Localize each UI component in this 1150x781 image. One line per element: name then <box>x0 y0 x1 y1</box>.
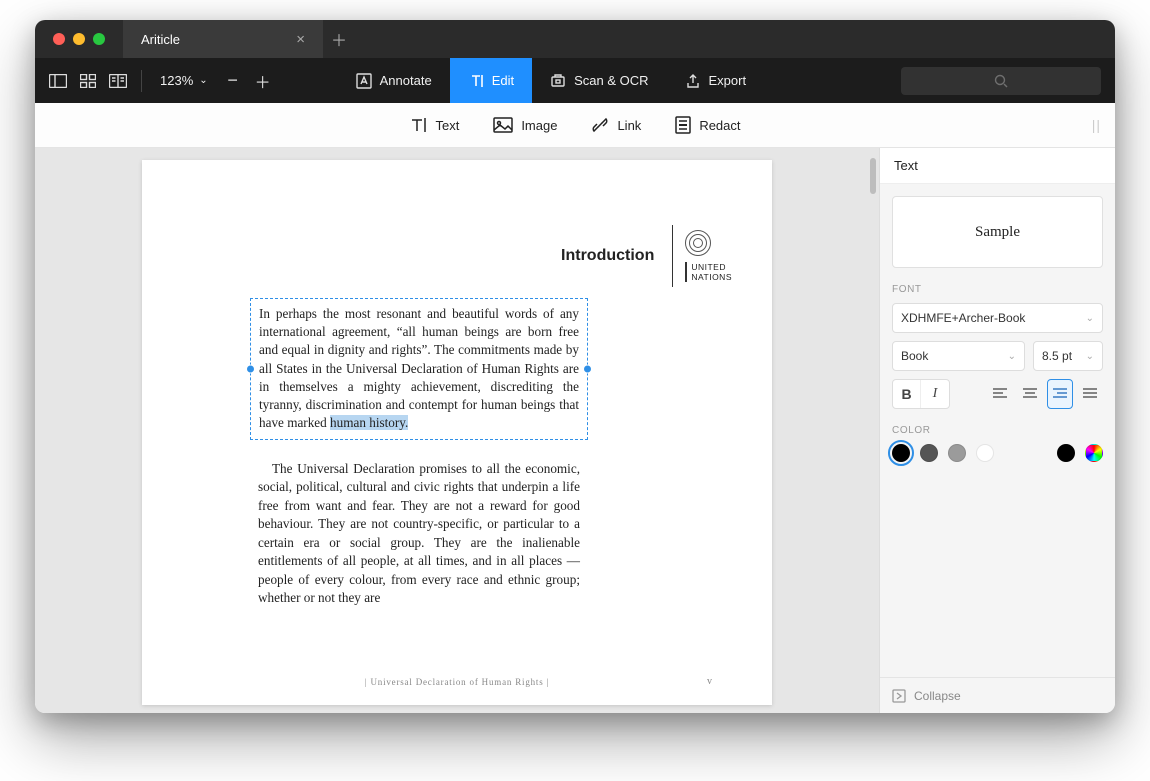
toolbar-divider <box>141 70 142 92</box>
zoom-in-button[interactable]: ＋ <box>248 66 278 96</box>
export-button[interactable]: Export <box>667 58 765 103</box>
align-left-button[interactable] <box>987 379 1013 409</box>
chevron-down-icon: ⌄ <box>1008 351 1016 362</box>
search-input[interactable] <box>901 67 1101 95</box>
document-viewport[interactable]: Introduction UNITED NATIONS In perhaps t… <box>35 148 879 713</box>
font-weight-value: Book <box>901 349 928 363</box>
annotate-mode-button[interactable]: Annotate <box>338 58 450 103</box>
zoom-dropdown[interactable]: 123% ⌄ <box>150 73 218 88</box>
link-tool-icon <box>591 116 609 134</box>
un-branding: UNITED NATIONS <box>685 230 732 282</box>
image-tool-button[interactable]: Image <box>493 117 557 133</box>
text-align-group <box>987 379 1103 409</box>
text-tool-label: Text <box>435 118 459 133</box>
thumbnails-icon[interactable] <box>73 66 103 96</box>
edit-sub-toolbar: Text Image Link Redact || <box>35 103 1115 148</box>
redact-tool-label: Redact <box>699 118 740 133</box>
chevron-down-icon: ⌄ <box>1086 313 1094 324</box>
window-controls <box>35 33 123 45</box>
color-swatch-current[interactable] <box>1057 444 1075 462</box>
toolbar-drag-handle[interactable]: || <box>1092 117 1101 133</box>
paragraph-1-text[interactable]: In perhaps the most resonant and beautif… <box>259 306 579 430</box>
color-swatch-black[interactable] <box>892 444 910 462</box>
un-label: UNITED NATIONS <box>685 262 732 282</box>
color-swatch-gray[interactable] <box>948 444 966 462</box>
annotate-label: Annotate <box>380 73 432 88</box>
text-tool-icon <box>409 116 427 134</box>
redact-tool-button[interactable]: Redact <box>675 116 740 134</box>
scrollbar-track[interactable] <box>869 158 877 703</box>
font-weight-dropdown[interactable]: Book ⌄ <box>892 341 1025 371</box>
zoom-out-button[interactable]: − <box>218 66 248 96</box>
page-number: v <box>707 676 712 687</box>
bold-button[interactable]: B <box>893 380 921 408</box>
font-sample-preview: Sample <box>892 196 1103 268</box>
tab-title: Ariticle <box>141 32 180 47</box>
chevron-down-icon: ⌄ <box>1086 351 1094 362</box>
app-window: Ariticle × ＋ 123% ⌄ − ＋ Annotate Edit <box>35 20 1115 713</box>
panel-body: Sample FONT XDHMFE+Archer-Book ⌄ Book ⌄ … <box>880 184 1115 677</box>
search-icon <box>994 74 1008 88</box>
scan-ocr-label: Scan & OCR <box>574 73 648 88</box>
collapse-label: Collapse <box>914 689 961 703</box>
color-swatches <box>892 444 1103 462</box>
link-tool-label: Link <box>617 118 641 133</box>
chevron-down-icon: ⌄ <box>199 75 207 86</box>
color-swatch-white[interactable] <box>976 444 994 462</box>
image-tool-label: Image <box>521 118 557 133</box>
section-title: Introduction <box>561 247 654 265</box>
edit-label: Edit <box>492 73 514 88</box>
align-right-button[interactable] <box>1047 379 1073 409</box>
main-toolbar: 123% ⌄ − ＋ Annotate Edit Scan & OCR Expo… <box>35 58 1115 103</box>
link-tool-button[interactable]: Link <box>591 116 641 134</box>
paragraph-2-text[interactable]: The Universal Declaration promises to al… <box>258 460 580 608</box>
font-size-value: 8.5 pt <box>1042 349 1072 363</box>
font-family-value: XDHMFE+Archer-Book <box>901 311 1025 325</box>
resize-handle-right[interactable] <box>583 364 592 373</box>
content-area: Introduction UNITED NATIONS In perhaps t… <box>35 148 1115 713</box>
properties-panel: Text Sample FONT XDHMFE+Archer-Book ⌄ Bo… <box>879 148 1115 713</box>
align-justify-button[interactable] <box>1077 379 1103 409</box>
sidebar-toggle-icon[interactable] <box>43 66 73 96</box>
scan-ocr-button[interactable]: Scan & OCR <box>532 58 666 103</box>
color-section-label: COLOR <box>892 425 1103 436</box>
close-tab-button[interactable]: × <box>296 31 305 48</box>
color-swatch-dark-gray[interactable] <box>920 444 938 462</box>
selected-text-box[interactable]: In perhaps the most resonant and beautif… <box>250 298 588 440</box>
scrollbar-thumb[interactable] <box>870 158 876 194</box>
page-footer-text: | Universal Declaration of Human Rights … <box>142 677 772 687</box>
align-center-button[interactable] <box>1017 379 1043 409</box>
document-page: Introduction UNITED NATIONS In perhaps t… <box>142 160 772 705</box>
resize-handle-left[interactable] <box>246 364 255 373</box>
color-picker-button[interactable] <box>1085 444 1103 462</box>
collapse-icon <box>892 689 906 703</box>
fullscreen-window-button[interactable] <box>93 33 105 45</box>
vertical-divider <box>672 225 673 287</box>
font-section-label: FONT <box>892 284 1103 295</box>
un-logo-icon <box>685 230 711 256</box>
document-tab[interactable]: Ariticle × <box>123 20 323 58</box>
image-tool-icon <box>493 117 513 133</box>
zoom-value: 123% <box>160 73 193 88</box>
font-family-dropdown[interactable]: XDHMFE+Archer-Book ⌄ <box>892 303 1103 333</box>
italic-button[interactable]: I <box>921 380 949 408</box>
close-window-button[interactable] <box>53 33 65 45</box>
panel-title: Text <box>880 148 1115 184</box>
collapse-panel-button[interactable]: Collapse <box>880 677 1115 713</box>
new-tab-button[interactable]: ＋ <box>323 20 355 58</box>
page-heading-row: Introduction UNITED NATIONS <box>142 225 772 287</box>
titlebar: Ariticle × ＋ <box>35 20 1115 58</box>
font-style-group: B I <box>892 379 950 409</box>
minimize-window-button[interactable] <box>73 33 85 45</box>
redact-tool-icon <box>675 116 691 134</box>
book-view-icon[interactable] <box>103 66 133 96</box>
highlighted-text[interactable]: human history. <box>330 415 408 430</box>
font-size-dropdown[interactable]: 8.5 pt ⌄ <box>1033 341 1103 371</box>
text-tool-button[interactable]: Text <box>409 116 459 134</box>
export-label: Export <box>709 73 747 88</box>
edit-mode-button[interactable]: Edit <box>450 58 532 103</box>
